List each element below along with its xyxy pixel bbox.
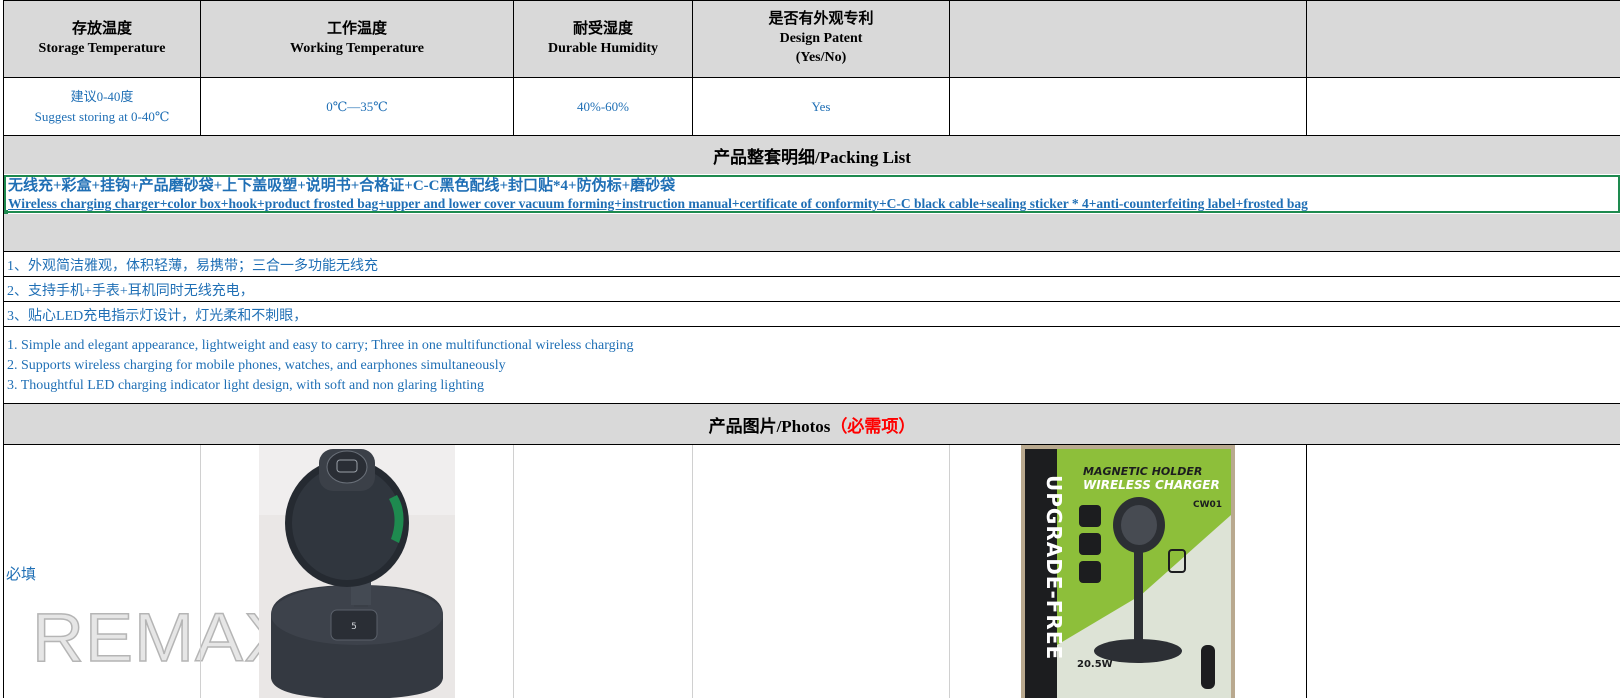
box-title-line1: MAGNETIC HOLDER bbox=[1083, 465, 1202, 478]
humidity-value: 40%-60% bbox=[577, 98, 629, 114]
feature-text: 2、支持手机+手表+耳机同时无线充电， bbox=[7, 283, 254, 299]
feature-zh-row[interactable]: 2、支持手机+手表+耳机同时无线充电， bbox=[4, 277, 1620, 302]
grid-line bbox=[4, 326, 1620, 327]
grid-line bbox=[4, 0, 1620, 1]
grid-line bbox=[513, 444, 514, 698]
grid-line bbox=[3, 0, 4, 698]
box-model: CW01 bbox=[1193, 500, 1222, 510]
header-en-sub: (Yes/No) bbox=[795, 50, 847, 65]
header-zh: 耐受湿度 bbox=[572, 20, 633, 37]
grid-line bbox=[4, 403, 1620, 404]
feature-zh-row[interactable]: 3、贴心LED充电指示灯设计，灯光柔和不刺眼， bbox=[4, 302, 1620, 327]
grid-line bbox=[4, 77, 1620, 78]
grid-line bbox=[200, 0, 201, 136]
grid-line bbox=[513, 0, 514, 136]
grid-line bbox=[1306, 0, 1307, 136]
remax-watermark: REMAX bbox=[31, 600, 294, 676]
header-zh: 存放温度 bbox=[71, 20, 132, 37]
required-label: 必填 bbox=[6, 567, 37, 583]
charger-box-image: MAGNETIC HOLDER WIRELESS CHARGER CW01 UP… bbox=[1021, 445, 1235, 698]
grid-line bbox=[200, 444, 201, 698]
charger-stand-image: 5 bbox=[259, 445, 455, 698]
packing-list-title-text: 产品整套明细/Packing List bbox=[713, 147, 911, 167]
grid-line bbox=[949, 0, 950, 136]
grid-line bbox=[4, 301, 1620, 302]
features-en-block[interactable]: 1. Simple and elegant appearance, lightw… bbox=[4, 336, 1620, 402]
packing-list-zh: 无线充+彩盒+挂钩+产品磨砂袋+上下盖吸塑+说明书+合格证+C-C黑色配线+封口… bbox=[8, 178, 676, 194]
feature-zh-row[interactable]: 1、外观简洁雅观，体积轻薄，易携带；三合一多功能无线充 bbox=[4, 252, 1620, 277]
header-en: Storage Temperature bbox=[38, 40, 166, 56]
header-en: Design Patent bbox=[779, 31, 863, 46]
header-zh: 工作温度 bbox=[326, 20, 387, 37]
value-storage[interactable]: 建议0-40度 Suggest storing at 0-40℃ bbox=[4, 78, 200, 135]
header-durable-humidity: 耐受湿度 Durable Humidity bbox=[514, 0, 692, 77]
grid-line bbox=[4, 135, 1620, 136]
svg-text:5: 5 bbox=[351, 622, 357, 632]
photos-title-required: （必需项） bbox=[830, 416, 916, 436]
header-en: Working Temperature bbox=[290, 40, 424, 56]
empty-cell[interactable] bbox=[1307, 78, 1620, 135]
photos-title-text: 产品图片/Photos bbox=[708, 416, 831, 436]
working-value: 0℃—35℃ bbox=[326, 98, 388, 114]
section-spacer-row bbox=[4, 214, 1620, 251]
box-title-line2: WIRELESS CHARGER bbox=[1083, 478, 1220, 492]
grid-line bbox=[692, 444, 693, 698]
photos-title: 产品图片/Photos （必需项） bbox=[4, 404, 1620, 444]
packing-list-en: Wireless charging charger+color box+hook… bbox=[8, 196, 1308, 211]
feature-en-line: 1. Simple and elegant appearance, lightw… bbox=[7, 338, 634, 353]
grid-line bbox=[4, 251, 1620, 252]
header-working-temperature: 工作温度 Working Temperature bbox=[201, 0, 513, 77]
packing-list-cell[interactable]: 无线充+彩盒+挂钩+产品磨砂袋+上下盖吸塑+说明书+合格证+C-C黑色配线+封口… bbox=[4, 175, 1620, 213]
header-design-patent: 是否有外观专利 Design Patent (Yes/No) bbox=[693, 0, 949, 77]
value-working[interactable]: 0℃—35℃ bbox=[201, 78, 513, 135]
header-zh: 是否有外观专利 bbox=[768, 11, 874, 27]
box-power: 20.5W bbox=[1077, 659, 1113, 670]
patent-value: Yes bbox=[811, 98, 831, 114]
storage-zh: 建议0-40度 bbox=[70, 88, 134, 104]
grid-line bbox=[949, 444, 950, 698]
box-photo[interactable]: MAGNETIC HOLDER WIRELESS CHARGER CW01 UP… bbox=[1021, 445, 1235, 698]
feature-en-line: 2. Supports wireless charging for mobile… bbox=[7, 358, 506, 373]
grid-line bbox=[4, 444, 1620, 445]
grid-line bbox=[692, 0, 693, 136]
feature-text: 1、外观简洁雅观，体积轻薄，易携带；三合一多功能无线充 bbox=[7, 258, 378, 274]
header-storage-temperature: 存放温度 Storage Temperature bbox=[4, 0, 200, 77]
value-humidity[interactable]: 40%-60% bbox=[514, 78, 692, 135]
grid-line bbox=[4, 276, 1620, 277]
feature-en-line: 3. Thoughtful LED charging indicator lig… bbox=[7, 378, 484, 393]
packing-list-title: 产品整套明细/Packing List bbox=[4, 136, 1620, 174]
box-side-text: UPGRADE-FREE bbox=[1042, 475, 1066, 660]
storage-en: Suggest storing at 0-40℃ bbox=[34, 108, 170, 124]
header-en: Durable Humidity bbox=[547, 40, 659, 56]
empty-cell[interactable] bbox=[950, 78, 1306, 135]
product-photo[interactable]: 5 bbox=[259, 445, 455, 698]
value-patent[interactable]: Yes bbox=[693, 78, 949, 135]
grid-line bbox=[1306, 444, 1307, 698]
feature-text: 3、贴心LED充电指示灯设计，灯光柔和不刺眼， bbox=[7, 308, 308, 324]
